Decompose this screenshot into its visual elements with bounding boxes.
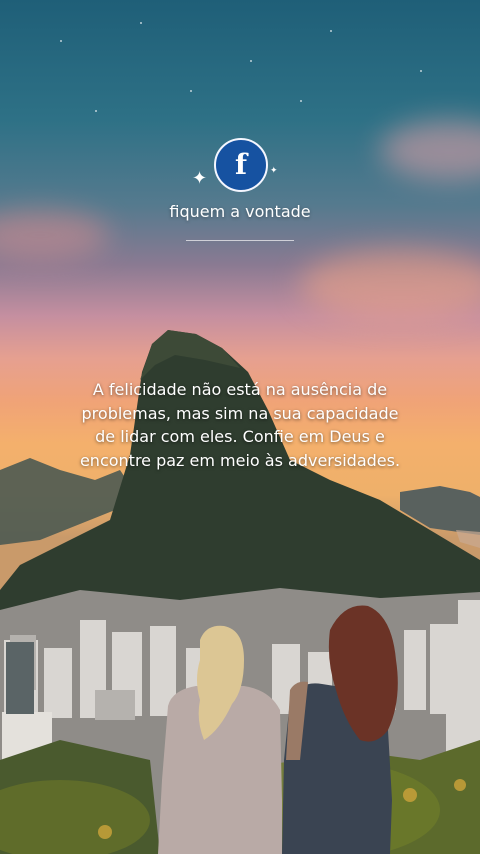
profile-header: ✦ f ✦ <box>0 138 480 194</box>
sparkle-icon: ✦ <box>270 166 278 176</box>
logo-letter: f <box>234 148 248 181</box>
quote-text: A felicidade não está na ausência de pro… <box>79 380 401 470</box>
divider <box>186 240 294 241</box>
profile-title: fiquem a vontade <box>169 202 311 221</box>
facebook-icon[interactable]: f <box>214 138 268 192</box>
sparkle-icon: ✦ <box>192 168 208 189</box>
